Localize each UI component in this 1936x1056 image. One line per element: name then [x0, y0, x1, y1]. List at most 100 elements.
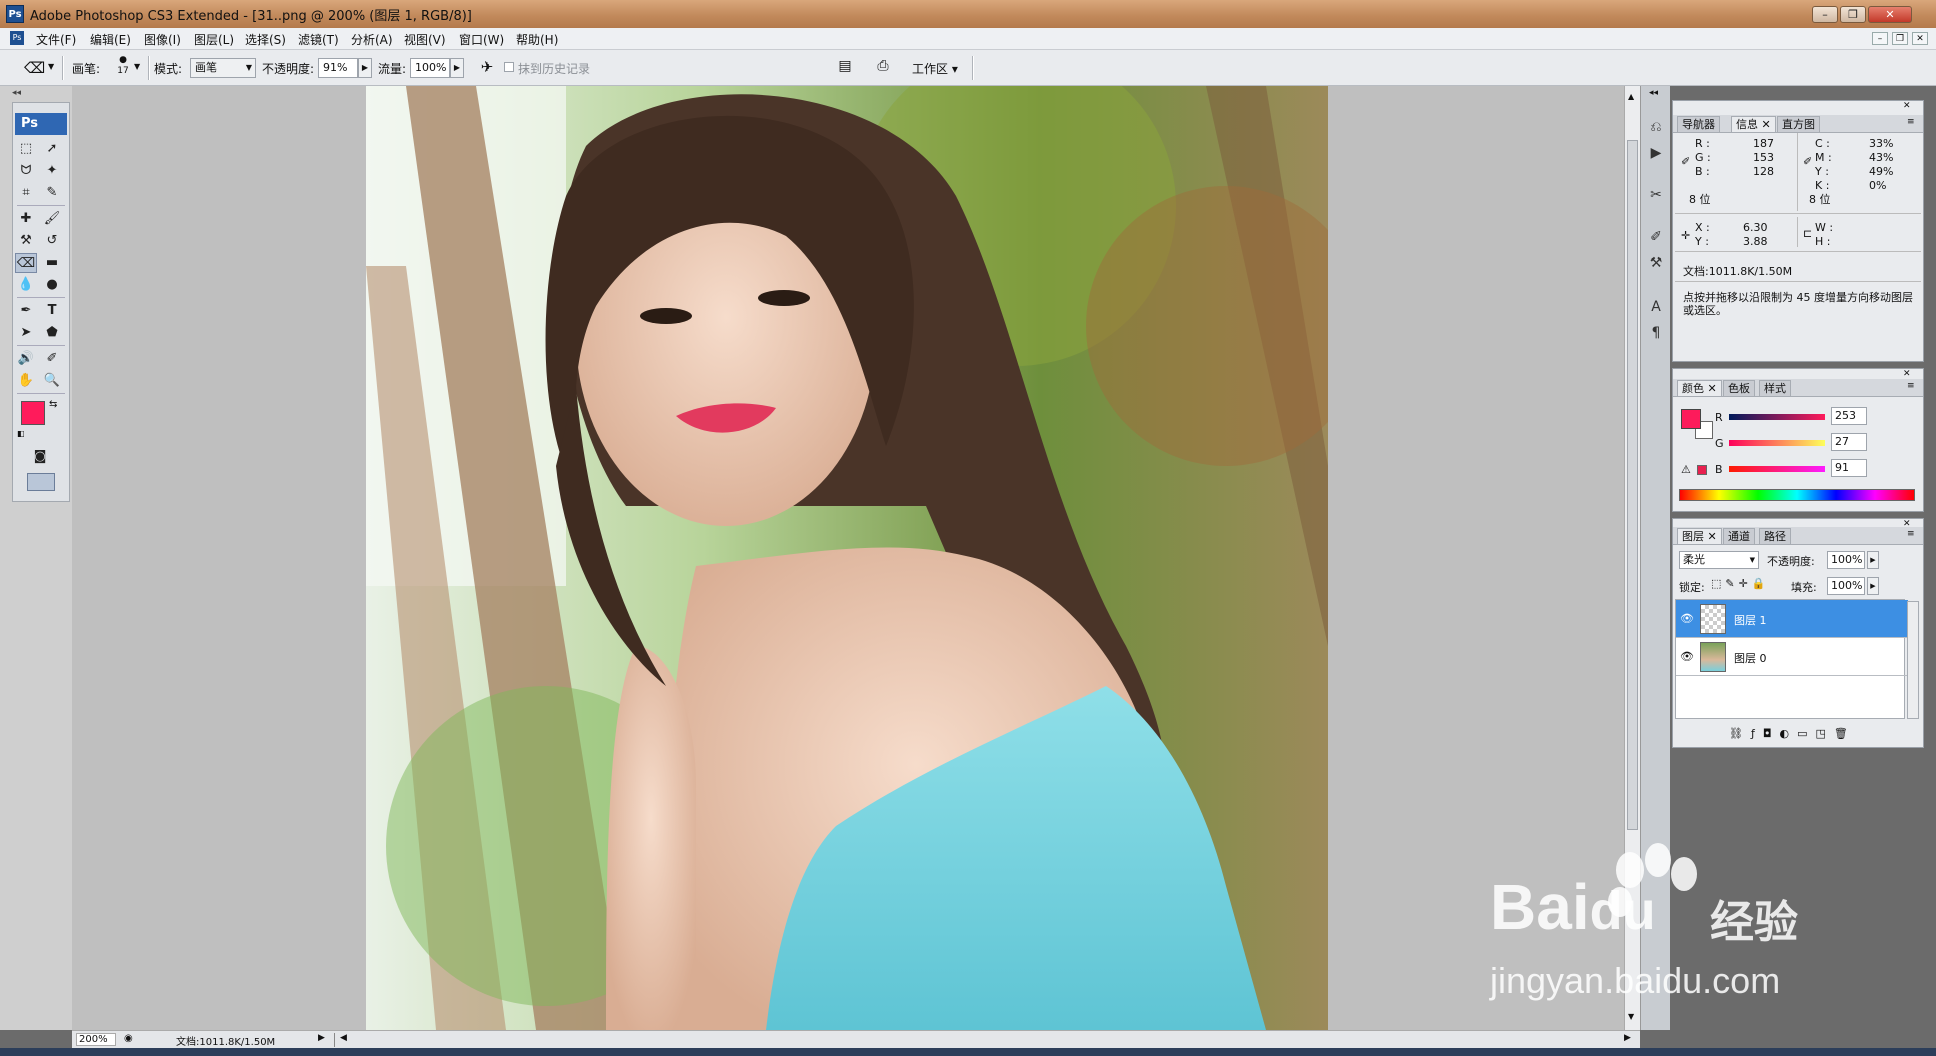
workspace-menu[interactable]: 工作区 ▾	[912, 60, 958, 77]
swap-colors-icon[interactable]: ⇆	[49, 399, 57, 410]
document-icon[interactable]: Ps	[10, 31, 24, 45]
eye-icon[interactable]: 👁	[1680, 612, 1694, 625]
restore-button[interactable]: ❐	[1840, 6, 1866, 23]
preset-dropdown-arrow-icon[interactable]: ▼	[48, 62, 54, 71]
color-r-input[interactable]: 253	[1831, 407, 1867, 425]
menu-filter[interactable]: 滤镜(T)	[298, 31, 339, 48]
tab-paths[interactable]: 路径	[1759, 528, 1791, 544]
tab-layers[interactable]: 图层 ✕	[1677, 528, 1722, 544]
history-checkbox[interactable]	[504, 62, 514, 72]
eyedropper-tool-icon[interactable]: ✐	[41, 349, 63, 369]
tab-color[interactable]: 颜色 ✕	[1677, 380, 1722, 396]
layers-scrollbar[interactable]	[1907, 601, 1919, 719]
color-r-slider[interactable]	[1729, 414, 1825, 420]
flow-input[interactable]: 100%	[410, 58, 450, 78]
flow-slider-button[interactable]: ▶	[450, 58, 464, 78]
zoom-input[interactable]: 200%	[76, 1033, 116, 1046]
paragraph-panel-icon[interactable]: ¶	[1644, 322, 1668, 344]
palette-well-icon[interactable]: ▤	[836, 58, 854, 76]
blend-mode-select[interactable]: 柔光 ▼	[1679, 551, 1759, 569]
clone-source-icon[interactable]: ⚒	[1644, 252, 1668, 274]
fill-slider-button[interactable]: ▶	[1867, 577, 1879, 595]
layer-row-1[interactable]: 👁 图层 1	[1676, 600, 1908, 638]
scroll-left-icon[interactable]: ◀	[340, 1033, 347, 1043]
panel-close-icon[interactable]: ✕	[1903, 369, 1911, 379]
layer-row-0[interactable]: 👁 图层 0	[1676, 638, 1908, 676]
marquee-tool-icon[interactable]: ⬚	[15, 139, 37, 159]
menu-image[interactable]: 图像(I)	[144, 31, 181, 48]
eye-icon[interactable]: 👁	[1680, 650, 1694, 663]
collapse-left-icon[interactable]: ◂◂	[12, 88, 21, 98]
menu-window[interactable]: 窗口(W)	[459, 31, 504, 48]
character-panel-icon[interactable]: A	[1644, 296, 1668, 318]
status-menu-arrow-icon[interactable]: ▶	[318, 1033, 325, 1043]
eraser-tool-icon[interactable]: ⌫	[15, 253, 37, 273]
bridge-icon[interactable]: ⎙	[872, 58, 894, 76]
tab-styles[interactable]: 样式	[1759, 380, 1791, 396]
gradient-tool-icon[interactable]: ▬	[41, 253, 63, 273]
tab-navigator[interactable]: 导航器	[1677, 116, 1720, 132]
slice-tool-icon[interactable]: ✎	[41, 183, 63, 203]
tab-info[interactable]: 信息 ✕	[1731, 116, 1776, 132]
doc-close-button[interactable]: ✕	[1912, 32, 1928, 45]
color-b-input[interactable]: 91	[1831, 459, 1867, 477]
hand-tool-icon[interactable]: ✋	[15, 371, 37, 391]
scroll-up-icon[interactable]: ▲	[1628, 92, 1634, 101]
panel-menu-icon[interactable]: ≡	[1907, 117, 1915, 127]
menu-edit[interactable]: 编辑(E)	[90, 31, 131, 48]
shape-tool-icon[interactable]: ⬟	[41, 323, 63, 343]
panel-menu-icon[interactable]: ≡	[1907, 529, 1915, 539]
color-b-slider[interactable]	[1729, 466, 1825, 472]
gamut-swatch[interactable]	[1697, 465, 1707, 475]
screen-mode-icon[interactable]	[27, 473, 55, 491]
brush-dropdown-arrow-icon[interactable]: ▼	[134, 62, 140, 71]
opacity-slider-button[interactable]: ▶	[1867, 551, 1879, 569]
default-colors-icon[interactable]: ◧	[17, 429, 25, 438]
close-button[interactable]: ✕	[1868, 6, 1912, 23]
fill-input[interactable]: 100%	[1827, 577, 1865, 595]
scroll-thumb[interactable]	[1627, 140, 1638, 830]
brush-tool-icon[interactable]: 🖌	[41, 209, 63, 229]
tab-swatches[interactable]: 色板	[1723, 380, 1755, 396]
opacity-slider-button[interactable]: ▶	[358, 58, 372, 78]
layer-opacity-input[interactable]: 100%	[1827, 551, 1865, 569]
canvas-image[interactable]	[366, 86, 1328, 1030]
layer-actions-toolbar[interactable]: ⛓ƒ◘◐▭◳🗑	[1729, 727, 1856, 740]
foreground-color-swatch[interactable]	[21, 401, 45, 425]
zoom-tool-icon[interactable]: 🔍	[41, 371, 63, 391]
color-g-input[interactable]: 27	[1831, 433, 1867, 451]
brushes-panel-icon[interactable]: ✐	[1644, 226, 1668, 248]
opacity-input[interactable]: 91%	[318, 58, 358, 78]
color-fg-swatch[interactable]	[1681, 409, 1701, 429]
scroll-right-icon[interactable]: ▶	[1624, 1033, 1631, 1043]
menu-select[interactable]: 选择(S)	[245, 31, 286, 48]
tool-presets-icon[interactable]: ✂	[1644, 184, 1668, 206]
menu-analysis[interactable]: 分析(A)	[351, 31, 393, 48]
minimize-button[interactable]: –	[1812, 6, 1838, 23]
color-g-slider[interactable]	[1729, 440, 1825, 446]
healing-brush-tool-icon[interactable]: ✚	[15, 209, 37, 229]
collapse-dock-icon[interactable]: ◂◂	[1649, 88, 1658, 98]
doc-restore-button[interactable]: ❐	[1892, 32, 1908, 45]
brush-picker[interactable]: ● 17	[110, 54, 136, 84]
panel-close-icon[interactable]: ✕	[1903, 101, 1911, 111]
menu-view[interactable]: 视图(V)	[404, 31, 446, 48]
clone-stamp-tool-icon[interactable]: ⚒	[15, 231, 37, 251]
mode-select[interactable]: 画笔 ▼	[190, 58, 256, 78]
lock-options-icon[interactable]: ⬚✎✛🔒	[1711, 577, 1770, 590]
pen-tool-icon[interactable]: ✒	[15, 301, 37, 321]
panel-menu-icon[interactable]: ≡	[1907, 381, 1915, 391]
menu-help[interactable]: 帮助(H)	[516, 31, 558, 48]
history-panel-icon[interactable]: ⎌	[1644, 116, 1668, 138]
lasso-tool-icon[interactable]: ᗢ	[15, 161, 37, 181]
dodge-tool-icon[interactable]: ●	[41, 275, 63, 295]
actions-panel-icon[interactable]: ▶	[1644, 142, 1668, 164]
magic-wand-tool-icon[interactable]: ✦	[41, 161, 63, 181]
menu-file[interactable]: 文件(F)	[36, 31, 76, 48]
tab-channels[interactable]: 通道	[1723, 528, 1755, 544]
doc-minimize-button[interactable]: –	[1872, 32, 1888, 45]
menu-layer[interactable]: 图层(L)	[194, 31, 234, 48]
blur-tool-icon[interactable]: 💧	[15, 275, 37, 295]
notes-tool-icon[interactable]: 🔊	[15, 349, 37, 369]
quick-mask-icon[interactable]: ◙	[29, 447, 51, 467]
